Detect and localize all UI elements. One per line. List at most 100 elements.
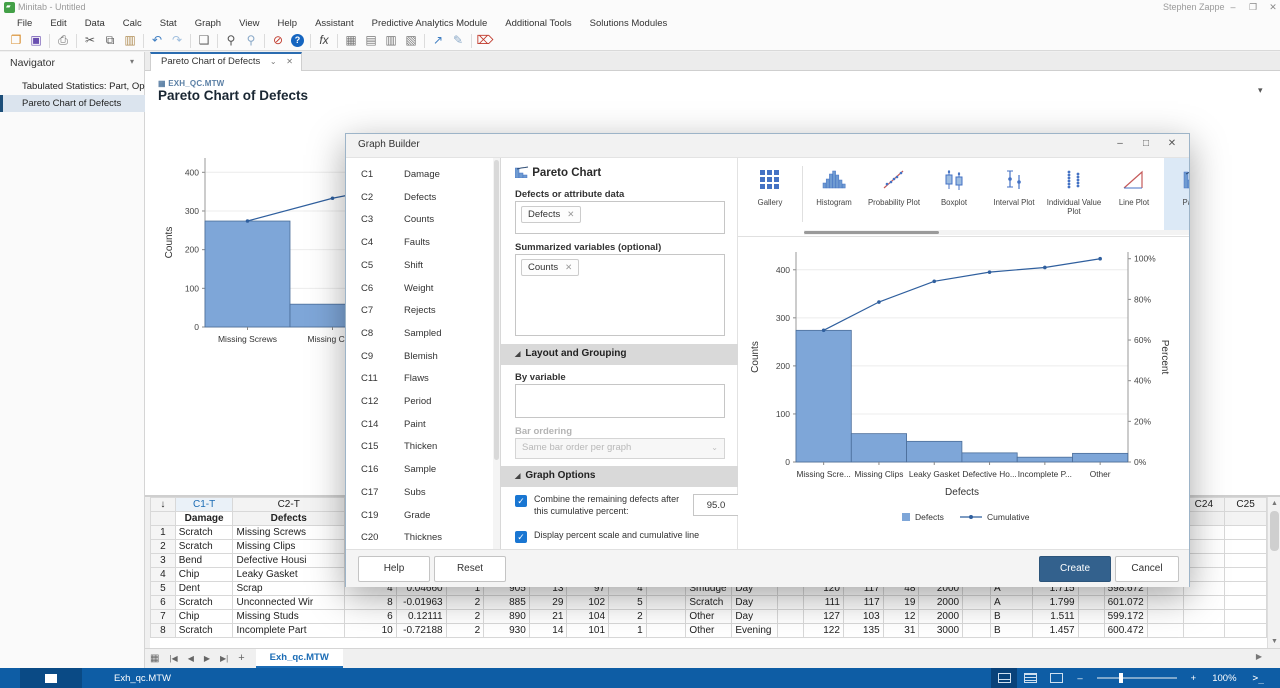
cell[interactable]: Chip	[175, 568, 233, 582]
menu-assistant[interactable]: Assistant	[306, 17, 363, 30]
cell[interactable]	[1183, 624, 1225, 638]
gallery-item-boxplot[interactable]: Boxplot	[924, 158, 984, 230]
cell[interactable]: Leaky Gasket	[233, 568, 344, 582]
row-number[interactable]: 8	[151, 624, 176, 638]
scroll-up-icon[interactable]: ▲	[1268, 497, 1280, 510]
cell[interactable]: 2	[446, 624, 484, 638]
cell[interactable]: Scratch	[175, 596, 233, 610]
gallery-item-pareto[interactable]: Pareto	[1164, 158, 1189, 230]
column-name-cell[interactable]: Damage	[175, 512, 233, 526]
gallery-item-line-plot[interactable]: Line Plot	[1104, 158, 1164, 230]
cell[interactable]: 885	[484, 596, 530, 610]
cell[interactable]: 122	[804, 624, 844, 638]
cell[interactable]: Bend	[175, 554, 233, 568]
column-item-c19[interactable]: C19Grade	[346, 505, 494, 528]
cell[interactable]	[778, 596, 804, 610]
help-button[interactable]: Help	[358, 556, 430, 582]
cell[interactable]: Chip	[175, 610, 233, 624]
cell[interactable]: 10	[344, 624, 396, 638]
cell[interactable]: 8	[344, 596, 396, 610]
cell[interactable]: 2	[446, 596, 484, 610]
column-item-c20[interactable]: C20Thicknes	[346, 527, 494, 549]
cell[interactable]	[1078, 624, 1104, 638]
column-header-c25[interactable]: C25	[1225, 498, 1267, 512]
cell[interactable]: 14	[529, 624, 567, 638]
cell[interactable]: 2	[446, 610, 484, 624]
insert-function-icon[interactable]: fx	[314, 32, 334, 49]
row-number[interactable]: 4	[151, 568, 176, 582]
save-icon[interactable]: ▣	[26, 32, 46, 49]
insert-rows-icon[interactable]: ▤	[361, 32, 381, 49]
gallery-item-interval-plot[interactable]: Interval Plot	[984, 158, 1044, 230]
tab-pareto-chart-of-defects[interactable]: Pareto Chart of Defects ⌄ ✕	[150, 52, 302, 71]
cell[interactable]: Incomplete Part	[233, 624, 344, 638]
split-view-icon[interactable]	[991, 668, 1017, 688]
defects-field[interactable]: Defects✕	[515, 201, 725, 234]
gallery-item-gallery[interactable]: Gallery	[738, 158, 802, 230]
cell[interactable]: 101	[567, 624, 609, 638]
zoom-out-icon[interactable]: –	[1077, 673, 1082, 684]
cell[interactable]: Scratch	[175, 526, 233, 540]
cell[interactable]: B	[991, 610, 1033, 624]
column-item-c11[interactable]: C11Flaws	[346, 368, 494, 391]
chip-remove-icon[interactable]: ✕	[567, 209, 574, 219]
zoom-in-icon[interactable]: +	[1191, 673, 1197, 684]
paste-icon[interactable]: ▥	[120, 32, 140, 49]
cell[interactable]	[646, 624, 686, 638]
annotate-icon[interactable]: ✎	[448, 32, 468, 49]
menu-view[interactable]: View	[230, 17, 268, 30]
cumulative-percent-input[interactable]: 95.0	[693, 494, 739, 516]
zoom-slider-thumb[interactable]	[1119, 673, 1123, 683]
cell[interactable]: 0.12111	[396, 610, 446, 624]
cell[interactable]: Dent	[175, 582, 233, 596]
cell[interactable]: 31	[883, 624, 919, 638]
restore-button[interactable]: ❐	[1246, 1, 1260, 14]
cell[interactable]: Missing Studs	[233, 610, 344, 624]
cell[interactable]: 1.511	[1032, 610, 1078, 624]
find-next-icon[interactable]: ⚲	[241, 32, 261, 49]
menu-data[interactable]: Data	[76, 17, 114, 30]
open-file-icon[interactable]: ❐	[6, 32, 26, 49]
navigator-caret-icon[interactable]: ▾	[130, 57, 134, 66]
menu-graph[interactable]: Graph	[186, 17, 230, 30]
cell[interactable]	[1225, 582, 1267, 596]
dialog-maximize-icon[interactable]: □	[1137, 138, 1155, 149]
cell[interactable]	[646, 610, 686, 624]
menu-additional-tools[interactable]: Additional Tools	[496, 17, 580, 30]
cell[interactable]: 19	[883, 596, 919, 610]
navigator-item-tabulated-statistics[interactable]: Tabulated Statistics: Part, Operator	[0, 78, 145, 95]
menu-calc[interactable]: Calc	[114, 17, 151, 30]
cell[interactable]: Missing Clips	[233, 540, 344, 554]
scrollbar-thumb[interactable]	[494, 160, 499, 460]
first-worksheet-icon[interactable]: |◀	[164, 654, 182, 663]
cell[interactable]	[1225, 526, 1267, 540]
cell[interactable]: 1.457	[1032, 624, 1078, 638]
defects-chip[interactable]: Defects✕	[521, 206, 581, 223]
column-item-c4[interactable]: C4Faults	[346, 232, 494, 255]
cell[interactable]: Scratch	[175, 540, 233, 554]
row-number[interactable]: 5	[151, 582, 176, 596]
create-button[interactable]: Create	[1039, 556, 1111, 582]
cell[interactable]: Missing Screws	[233, 526, 344, 540]
zoom-level[interactable]: 100%	[1212, 673, 1236, 684]
cell[interactable]	[963, 610, 991, 624]
column-name-cell[interactable]: Defects	[233, 512, 344, 526]
cell[interactable]: Scratch	[175, 624, 233, 638]
single-pane-icon[interactable]	[1043, 668, 1069, 688]
redo-icon[interactable]: ↷	[167, 32, 187, 49]
cell[interactable]: 1.799	[1032, 596, 1078, 610]
active-worksheet-indicator[interactable]	[20, 668, 82, 688]
column-item-c15[interactable]: C15Thicken	[346, 436, 494, 459]
minimize-button[interactable]: –	[1226, 1, 1240, 14]
cell[interactable]: 2000	[919, 596, 963, 610]
row-number[interactable]: 7	[151, 610, 176, 624]
row-number[interactable]: 1	[151, 526, 176, 540]
eraser-icon[interactable]: ⌦	[475, 32, 495, 49]
cell[interactable]: Day	[732, 596, 778, 610]
menu-solutions-modules[interactable]: Solutions Modules	[581, 17, 677, 30]
cell[interactable]: 601.072	[1104, 596, 1147, 610]
column-item-c17[interactable]: C17Subs	[346, 482, 494, 505]
menu-stat[interactable]: Stat	[151, 17, 186, 30]
cell[interactable]: 2	[609, 610, 647, 624]
cell[interactable]	[1225, 540, 1267, 554]
